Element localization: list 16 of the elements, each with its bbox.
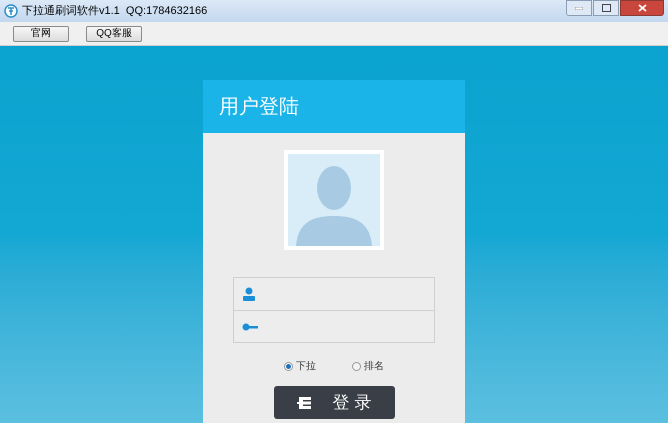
minimize-icon <box>575 6 583 10</box>
maximize-icon <box>602 4 610 12</box>
mode-radio[interactable]: 下拉 <box>284 359 316 374</box>
mode-radio[interactable]: 排名 <box>352 359 384 374</box>
close-icon <box>638 4 646 12</box>
toolbar-button[interactable]: 官网 <box>13 26 69 42</box>
enter-icon <box>296 394 313 410</box>
key-icon <box>242 322 258 330</box>
maximize-button[interactable] <box>593 0 619 16</box>
person-icon <box>242 287 256 301</box>
app-logo-icon <box>4 4 18 18</box>
window-title: 下拉通刷词软件v1.1 QQ:1784632166 <box>22 4 208 19</box>
card-title: 用户登陆 <box>219 94 299 120</box>
login-button[interactable]: 登 录 <box>274 386 394 419</box>
toolbar-button[interactable]: QQ客服 <box>86 26 142 42</box>
close-button[interactable] <box>620 0 664 16</box>
